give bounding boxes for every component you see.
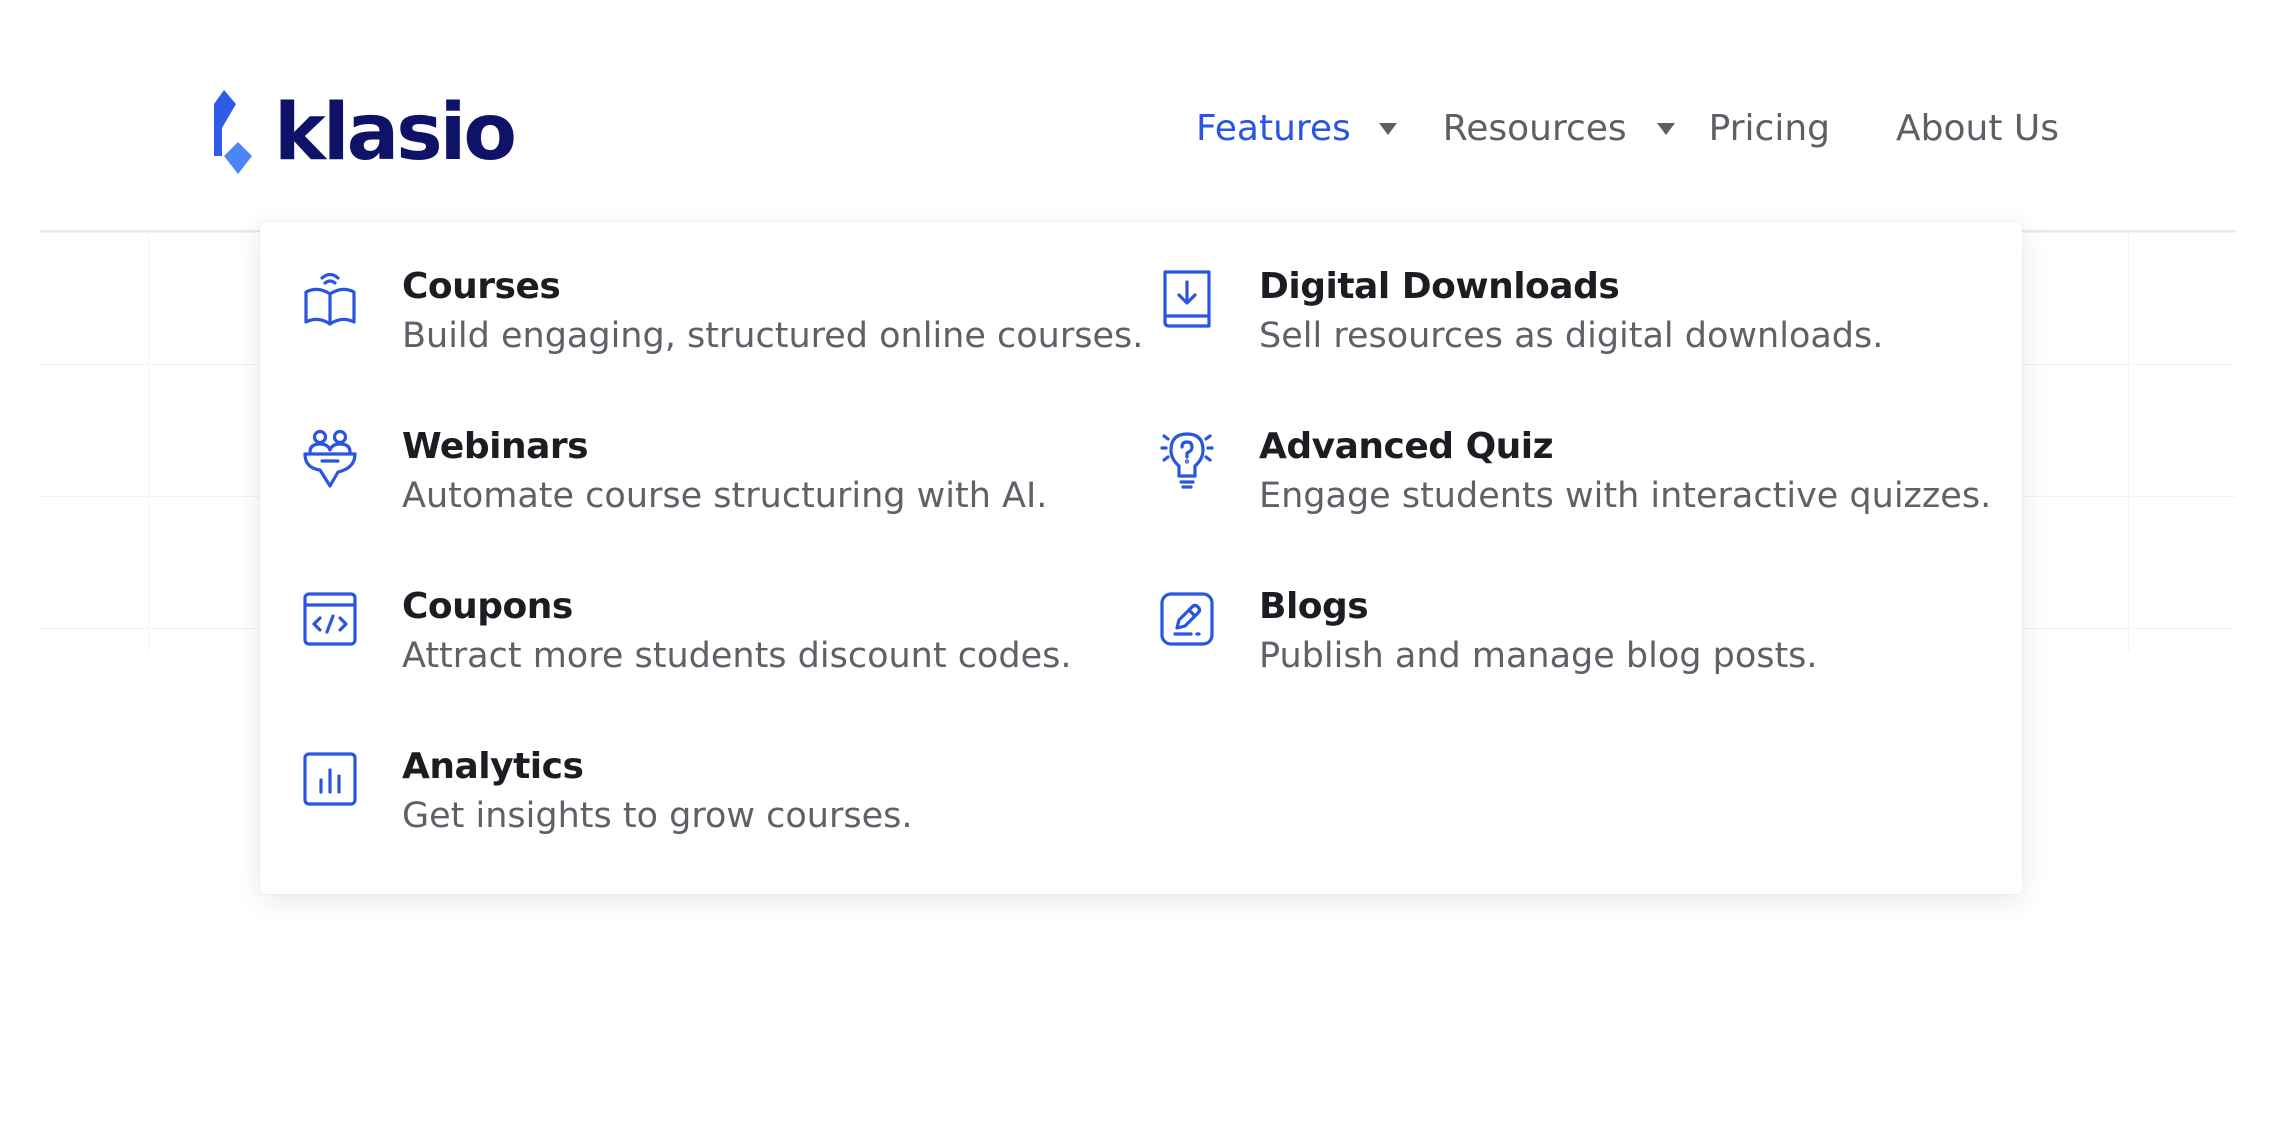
webinar-icon — [302, 428, 358, 490]
features-dropdown: Courses Build engaging, structured onlin… — [260, 222, 2022, 894]
menu-item-webinars[interactable]: Webinars Automate course structuring wit… — [302, 424, 1047, 522]
menu-item-analytics[interactable]: Analytics Get insights to grow courses. — [302, 744, 912, 842]
lightbulb-question-icon — [1159, 428, 1215, 490]
nav-item-resources[interactable]: Resources — [1443, 108, 1675, 149]
edit-pencil-icon — [1159, 588, 1215, 650]
nav-item-label: Pricing — [1708, 108, 1830, 149]
menu-item-title: Blogs — [1259, 586, 1369, 627]
nav-item-features[interactable]: Features — [1196, 108, 1397, 149]
menu-item-description: Publish and manage blog posts. — [1259, 636, 1818, 676]
menu-item-title: Analytics — [402, 746, 584, 787]
book-icon — [302, 268, 358, 330]
menu-item-description: Attract more students discount codes. — [402, 636, 1072, 676]
menu-item-title: Webinars — [402, 426, 589, 467]
chevron-down-icon — [1656, 122, 1675, 135]
code-window-icon — [302, 588, 358, 650]
menu-item-title: Coupons — [402, 586, 573, 627]
chevron-down-icon — [1378, 122, 1397, 135]
main-nav: Features Resources Pricing About Us — [1196, 108, 2059, 149]
menu-item-description: Engage students with interactive quizzes… — [1259, 476, 1992, 516]
menu-item-blogs[interactable]: Blogs Publish and manage blog posts. — [1159, 584, 1818, 682]
nav-item-label: Features — [1196, 108, 1351, 149]
menu-item-title: Advanced Quiz — [1259, 426, 1554, 467]
site-header: klasio Features Resources Pricing About … — [0, 0, 2276, 230]
brand-logo[interactable]: klasio — [214, 88, 517, 178]
menu-item-advanced-quiz[interactable]: Advanced Quiz Engage students with inter… — [1159, 424, 1991, 522]
nav-item-about-us[interactable]: About Us — [1896, 108, 2059, 149]
menu-item-digital-downloads[interactable]: Digital Downloads Sell resources as digi… — [1159, 264, 1883, 362]
menu-item-description: Sell resources as digital downloads. — [1259, 316, 1884, 356]
menu-item-coupons[interactable]: Coupons Attract more students discount c… — [302, 584, 1071, 682]
download-book-icon — [1159, 268, 1215, 330]
nav-item-label: About Us — [1896, 108, 2059, 149]
brand-wordmark: klasio — [274, 88, 517, 178]
nav-item-label: Resources — [1442, 108, 1627, 149]
menu-item-description: Build engaging, structured online course… — [402, 316, 1144, 356]
page: klasio Features Resources Pricing About … — [0, 0, 2276, 1121]
menu-item-title: Digital Downloads — [1259, 266, 1620, 307]
menu-item-title: Courses — [402, 266, 561, 307]
logo-mark-icon — [214, 90, 252, 174]
menu-item-courses[interactable]: Courses Build engaging, structured onlin… — [302, 264, 1143, 362]
bar-chart-icon — [302, 748, 358, 810]
menu-item-description: Get insights to grow courses. — [402, 796, 913, 836]
menu-item-description: Automate course structuring with AI. — [402, 476, 1048, 516]
nav-item-pricing[interactable]: Pricing — [1709, 108, 1830, 149]
